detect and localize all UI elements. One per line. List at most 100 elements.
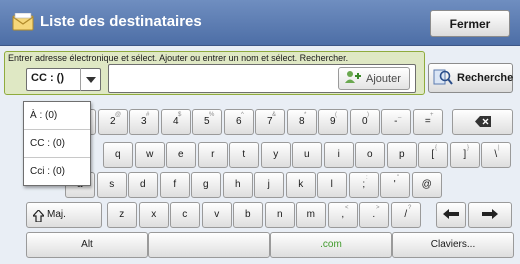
- shift-key[interactable]: Maj.: [26, 202, 102, 228]
- key-w[interactable]: w: [135, 142, 165, 168]
- key-6-label: 6: [235, 116, 242, 127]
- key-[-secondary: {: [434, 145, 437, 151]
- key-8-secondary: *: [303, 112, 307, 118]
- key-d-label: d: [139, 179, 146, 190]
- key-s-label: s: [109, 179, 115, 190]
- com-key[interactable]: .com: [270, 232, 392, 258]
- arrow-right-key[interactable]: [468, 202, 512, 228]
- arrow-right-icon: [469, 209, 511, 219]
- key-8[interactable]: 8 *: [287, 109, 317, 135]
- key-p-label: p: [398, 149, 405, 160]
- key-5[interactable]: 5%: [192, 109, 222, 135]
- key-.-secondary: >: [375, 205, 380, 211]
- key-7-label: 7: [266, 116, 273, 127]
- key-'[interactable]: ' ": [380, 172, 410, 198]
- key-\[interactable]: \ |: [481, 142, 511, 168]
- key-5-secondary: %: [208, 112, 215, 118]
- key-3-label: 3: [140, 116, 147, 127]
- key-3[interactable]: 3 #: [129, 109, 159, 135]
- key-=-secondary: +: [429, 112, 434, 118]
- key-9-label: 9: [329, 116, 336, 127]
- key-k-label: k: [298, 179, 304, 190]
- alt-key[interactable]: Alt: [26, 232, 148, 258]
- key-]-secondary: }: [466, 145, 469, 151]
- key-h[interactable]: h: [223, 172, 253, 198]
- key-z[interactable]: z: [107, 202, 137, 228]
- key-q-label: q: [114, 149, 121, 160]
- key-'-secondary: ": [396, 175, 400, 181]
- key-b[interactable]: b: [233, 202, 263, 228]
- key-c[interactable]: c: [170, 202, 200, 228]
- key-2[interactable]: 2 @: [98, 109, 128, 135]
- dropdown-option[interactable]: À : (0): [24, 102, 90, 130]
- key-8-label: 8: [298, 116, 305, 127]
- key-o-label: o: [366, 149, 373, 160]
- key-d[interactable]: d: [128, 172, 158, 198]
- key-v[interactable]: v: [202, 202, 232, 228]
- add-button[interactable]: Ajouter: [338, 67, 410, 90]
- key-y-label: y: [273, 149, 279, 160]
- key-g[interactable]: g: [191, 172, 221, 198]
- key-n-label: n: [276, 209, 283, 220]
- key-m[interactable]: m: [296, 202, 326, 228]
- recipient-field-value: CC : (): [31, 72, 64, 84]
- dropdown-option[interactable]: Cci : (0): [24, 158, 90, 186]
- key-7-secondary: &: [271, 112, 276, 118]
- key-9-secondary: (: [334, 112, 337, 118]
- backspace-key[interactable]: [452, 109, 513, 135]
- key-k[interactable]: k: [286, 172, 316, 198]
- arrow-left-icon: [437, 209, 465, 219]
- key-i-label: i: [337, 149, 340, 160]
- key-[[interactable]: [{: [418, 142, 448, 168]
- key-t-label: t: [242, 149, 246, 160]
- key-i[interactable]: i: [324, 142, 354, 168]
- chevron-down-icon[interactable]: [80, 68, 101, 91]
- key-0[interactable]: 0): [350, 109, 380, 135]
- key-9[interactable]: 9(: [318, 109, 348, 135]
- close-button[interactable]: Fermer: [430, 10, 510, 37]
- key---secondary: _: [397, 112, 402, 118]
- keyboards-key[interactable]: Claviers...: [392, 232, 514, 258]
- key-6[interactable]: 6 ^: [224, 109, 254, 135]
- key-r[interactable]: r: [198, 142, 228, 168]
- space-key[interactable]: [148, 232, 270, 258]
- key-e[interactable]: e: [166, 142, 196, 168]
- arrow-left-key[interactable]: [436, 202, 466, 228]
- dropdown-option[interactable]: CC : (0): [24, 130, 90, 158]
- address-book-icon: [433, 68, 453, 89]
- entry-instruction: Entrer adresse électronique et sélect. A…: [8, 53, 349, 63]
- key-/[interactable]: /?: [391, 202, 421, 228]
- key-;[interactable]: ;:: [349, 172, 379, 198]
- key-l[interactable]: l: [317, 172, 347, 198]
- key--[interactable]: - _: [381, 109, 411, 135]
- key-][interactable]: ]}: [450, 142, 480, 168]
- key-2-label: 2: [109, 116, 116, 127]
- key-@-label: @: [421, 179, 432, 190]
- key-.[interactable]: . >: [359, 202, 389, 228]
- key-=-label: =: [424, 116, 431, 127]
- key-f[interactable]: f: [160, 172, 190, 198]
- key-p[interactable]: p: [387, 142, 417, 168]
- add-button-label: Ajouter: [366, 72, 401, 85]
- key-7[interactable]: 7 &: [255, 109, 285, 135]
- key-3-secondary: #: [145, 112, 150, 118]
- key-q[interactable]: q: [103, 142, 133, 168]
- key-s[interactable]: s: [97, 172, 127, 198]
- com-key-label: .com: [320, 239, 342, 250]
- key-,[interactable]: , <: [328, 202, 358, 228]
- key-x[interactable]: x: [139, 202, 169, 228]
- key-=[interactable]: = +: [413, 109, 443, 135]
- key-;-label: ;: [362, 179, 366, 190]
- key-n[interactable]: n: [265, 202, 295, 228]
- search-button[interactable]: Recherche: [428, 63, 513, 93]
- key-4[interactable]: 4 $: [161, 109, 191, 135]
- key-u[interactable]: u: [292, 142, 322, 168]
- key-o[interactable]: o: [355, 142, 385, 168]
- key-6-secondary: ^: [240, 112, 244, 118]
- key-]-label: ]: [463, 149, 467, 160]
- key-y[interactable]: y: [261, 142, 291, 168]
- key-j[interactable]: j: [254, 172, 284, 198]
- key-@[interactable]: @: [412, 172, 442, 198]
- key-t[interactable]: t: [229, 142, 259, 168]
- key-'-label: ': [393, 179, 396, 190]
